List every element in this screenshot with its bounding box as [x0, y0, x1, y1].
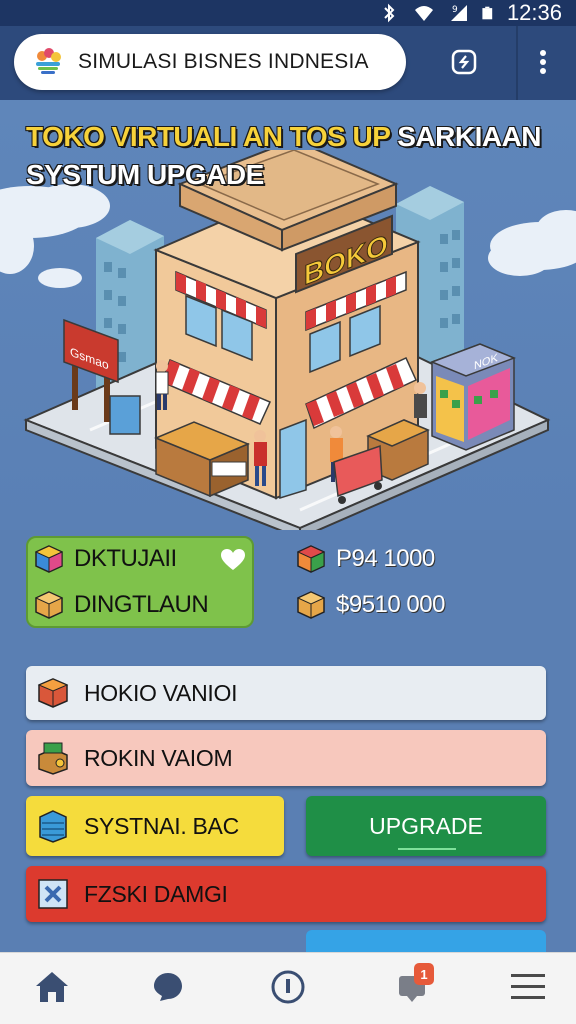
menu-icon: [511, 974, 545, 999]
box-icon: [34, 591, 64, 619]
cube-icon: [34, 545, 64, 573]
notification-badge: 1: [414, 963, 434, 985]
nav-info[interactable]: [266, 965, 310, 1009]
stat-label-2: DINGTLAUN: [74, 591, 209, 618]
hero-title-line2: SYSTUM UPGADE: [26, 159, 264, 190]
battery-icon: [482, 6, 493, 20]
menu-button-3[interactable]: SYSTNAI. BAC: [26, 796, 284, 856]
menu-button-4[interactable]: FZSKI DAMGI: [26, 866, 546, 922]
stat-value-1: P94 1000: [336, 545, 435, 572]
stat-value-2: $9510 000: [336, 591, 445, 618]
app-bar: SIMULASI BISNES INDNESIA: [0, 26, 576, 100]
stat-item-3: P94 1000: [296, 544, 435, 574]
crate-icon: [37, 678, 69, 708]
nav-menu[interactable]: [506, 965, 550, 1009]
menu-button-1-label: HOKIO VANIOI: [84, 679, 238, 706]
menu-button-4-label: FZSKI DAMGI: [84, 880, 228, 907]
stat-label-1: DKTUJAII: [74, 545, 177, 572]
close-icon: [38, 879, 68, 909]
share-button[interactable]: [448, 46, 480, 78]
cloud-small: [38, 268, 82, 288]
upgrade-button-label: UPGRADE: [369, 812, 483, 839]
app-logo-icon: [36, 48, 61, 74]
stat-item-2: DINGTLAUN: [34, 590, 209, 620]
chat-icon: [154, 973, 182, 1001]
share-icon: [451, 49, 477, 75]
status-time: 12:36: [506, 0, 562, 25]
menu-button-2-label: ROKIN VAIOM: [84, 744, 233, 771]
status-bar: 9 12:36: [0, 0, 576, 26]
nav-chat[interactable]: [146, 965, 190, 1009]
nav-notifications[interactable]: 1: [390, 963, 434, 1009]
trash-bin: [109, 395, 141, 435]
bluetooth-icon: [384, 3, 395, 23]
cloud-left: [0, 184, 110, 274]
hero-title-rest: SARKIAAN: [389, 121, 542, 152]
hero-title-highlight: TOKO VIRTUALI AN TOS UP: [26, 121, 390, 152]
menu-button-3-label: SYSTNAI. BAC: [84, 812, 239, 839]
money-box-icon: [38, 742, 68, 775]
signal-icon: 9: [450, 5, 467, 21]
stat-item-1: DKTUJAII: [34, 544, 177, 574]
stat-item-4: $9510 000: [296, 590, 445, 620]
more-options-button[interactable]: [527, 46, 559, 78]
app-title: SIMULASI BISNES INDNESIA: [78, 50, 369, 73]
nav-home[interactable]: [30, 965, 74, 1009]
box-icon: [296, 591, 326, 619]
upgrade-underline: [398, 848, 456, 850]
upgrade-button[interactable]: UPGRADE: [306, 796, 546, 856]
menu-button-2[interactable]: ROKIN VAIOM: [26, 730, 546, 786]
info-icon: [271, 970, 305, 1004]
wifi-icon: [414, 6, 433, 21]
bottom-nav: 1: [0, 952, 576, 1024]
store-illustration: BOKO Gsmao NOK: [0, 150, 576, 530]
heart-icon[interactable]: [220, 548, 246, 572]
menu-button-1[interactable]: HOKIO VANIOI: [26, 666, 546, 720]
vending-kiosk: NOK: [429, 343, 517, 451]
server-icon: [39, 810, 67, 843]
hero-title: TOKO VIRTUALI AN TOS UP SARKIAAN SYSTUM …: [26, 118, 556, 194]
app-bar-divider: [516, 26, 518, 100]
more-vert-icon: [540, 50, 546, 74]
svg-text:9: 9: [452, 5, 458, 15]
cube-icon: [296, 545, 326, 573]
home-icon: [36, 972, 68, 1002]
cloud-right: [488, 210, 576, 276]
app-title-pill[interactable]: SIMULASI BISNES INDNESIA: [14, 34, 406, 90]
